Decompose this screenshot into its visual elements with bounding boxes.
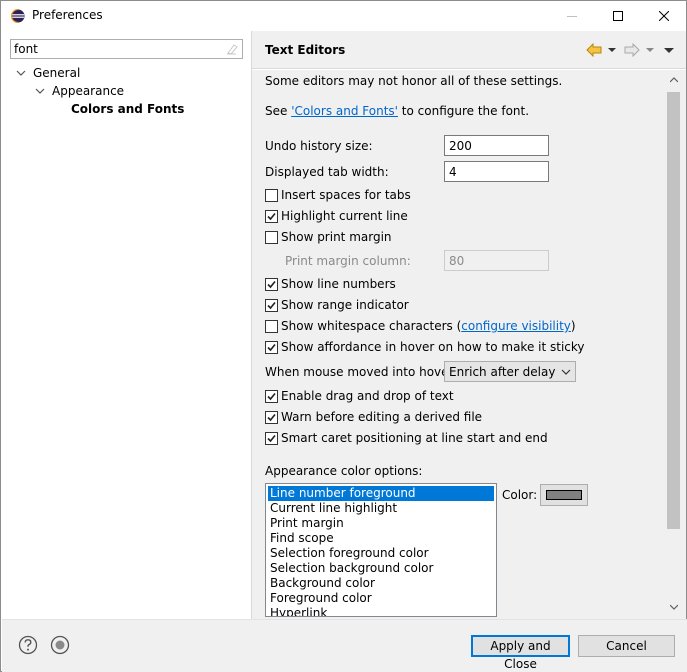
- checkmark-icon: [267, 212, 276, 221]
- chevron-down-icon[interactable]: [15, 64, 27, 82]
- page-header: Text Editors: [252, 31, 686, 69]
- checkmark-icon: [267, 301, 276, 310]
- back-arrow-icon[interactable]: [586, 43, 602, 57]
- tree-item-appearance[interactable]: Appearance: [2, 82, 242, 100]
- list-item[interactable]: Find scope: [268, 531, 494, 546]
- page-content: Some editors may not honor all of these …: [252, 70, 686, 619]
- scrollbar-thumb[interactable]: [667, 92, 680, 529]
- warn-derived-label: Warn before editing a derived file: [281, 410, 483, 424]
- apply-and-close-button[interactable]: Apply and Close: [471, 635, 570, 671]
- smart-caret-label: Smart caret positioning at line start an…: [281, 431, 548, 445]
- scroll-down-icon[interactable]: [670, 603, 678, 611]
- list-item[interactable]: Print margin: [268, 516, 494, 531]
- show-affordance-label: Show affordance in hover on how to make …: [281, 340, 585, 354]
- checkmark-icon: [267, 434, 276, 443]
- preferences-window: Preferences General: [0, 0, 687, 672]
- scroll-up-icon[interactable]: [670, 76, 678, 84]
- editor-note: Some editors may not honor all of these …: [265, 74, 563, 88]
- color-label: Color:: [502, 488, 538, 502]
- maximize-icon: [612, 11, 623, 21]
- warn-derived-checkbox[interactable]: [265, 411, 278, 424]
- show-range-indicator-label: Show range indicator: [281, 298, 409, 312]
- hover-behavior-select[interactable]: Enrich after delay: [444, 361, 576, 382]
- highlight-line-label: Highlight current line: [281, 209, 408, 223]
- hover-behavior-label: When mouse moved into hover:: [265, 365, 458, 379]
- appearance-color-list[interactable]: Line number foreground Current line high…: [265, 483, 497, 617]
- show-line-numbers-checkbox[interactable]: [265, 278, 278, 291]
- show-affordance-checkbox[interactable]: [265, 341, 278, 354]
- list-item[interactable]: Foreground color: [268, 591, 494, 606]
- record-macro-icon[interactable]: [50, 635, 70, 655]
- tab-width-field[interactable]: 4: [444, 161, 549, 182]
- vertical-scrollbar[interactable]: [665, 70, 683, 619]
- checkmark-icon: [267, 280, 276, 289]
- tree-item-general[interactable]: General: [2, 64, 242, 82]
- preference-page: Text Editors Some editors may not honor …: [252, 31, 686, 619]
- tree-item-colors-and-fonts[interactable]: Colors and Fonts: [2, 100, 242, 118]
- list-item[interactable]: Selection foreground color: [268, 546, 494, 561]
- close-icon: [658, 11, 669, 21]
- cancel-button[interactable]: Cancel: [578, 635, 675, 657]
- show-whitespace-checkbox[interactable]: [265, 320, 278, 333]
- insert-spaces-checkbox[interactable]: [265, 189, 278, 202]
- show-print-margin-label: Show print margin: [281, 230, 392, 244]
- drag-drop-label: Enable drag and drop of text: [281, 389, 454, 403]
- show-line-numbers-label: Show line numbers: [281, 277, 396, 291]
- minimize-button[interactable]: [549, 1, 594, 31]
- list-item[interactable]: Background color: [268, 576, 494, 591]
- insert-spaces-label: Insert spaces for tabs: [281, 188, 411, 202]
- appearance-colors-label: Appearance color options:: [265, 464, 423, 478]
- preference-tree-pane: General Appearance Colors and Fonts: [2, 31, 251, 619]
- font-hint-suffix: to configure the font.: [397, 104, 530, 118]
- forward-arrow-icon[interactable]: [624, 43, 640, 57]
- list-item[interactable]: Hyperlink: [268, 606, 494, 616]
- list-item[interactable]: Line number foreground: [267, 485, 495, 502]
- help-icon[interactable]: [18, 635, 38, 655]
- title-bar: Preferences: [1, 1, 686, 31]
- print-margin-column-field: 80: [444, 250, 549, 271]
- hover-behavior-value: Enrich after delay: [449, 365, 556, 379]
- page-title: Text Editors: [265, 43, 346, 57]
- clear-filter-icon[interactable]: [225, 42, 239, 56]
- tree-label-general: General: [33, 66, 81, 80]
- forward-menu-chevron-icon[interactable]: [645, 43, 655, 57]
- checkmark-icon: [267, 413, 276, 422]
- list-item[interactable]: Current line highlight: [268, 501, 494, 516]
- close-button[interactable]: [641, 1, 686, 31]
- filter-input[interactable]: [14, 41, 214, 57]
- close-paren: ): [570, 319, 576, 333]
- font-hint-prefix: See: [265, 104, 292, 118]
- button-bar: Apply and Close Cancel: [2, 619, 687, 672]
- back-menu-chevron-icon[interactable]: [607, 43, 617, 57]
- tab-width-label: Displayed tab width:: [265, 165, 389, 179]
- filter-box[interactable]: [10, 39, 243, 59]
- show-print-margin-checkbox[interactable]: [265, 231, 278, 244]
- chevron-down-icon: [561, 369, 571, 375]
- view-menu-icon[interactable]: [663, 43, 675, 57]
- eclipse-icon: [11, 9, 25, 23]
- list-item[interactable]: Selection background color: [268, 561, 494, 576]
- checkmark-icon: [267, 343, 276, 352]
- minimize-icon: [566, 16, 577, 17]
- checkmark-icon: [267, 392, 276, 401]
- tree-label-appearance: Appearance: [52, 84, 125, 98]
- colors-and-fonts-link[interactable]: 'Colors and Fonts': [291, 104, 398, 118]
- window-title: Preferences: [32, 8, 103, 22]
- show-range-indicator-checkbox[interactable]: [265, 299, 278, 312]
- font-hint: See 'Colors and Fonts' to configure the …: [265, 104, 529, 118]
- show-whitespace-text: Show whitespace characters (: [281, 319, 462, 333]
- chevron-down-icon[interactable]: [34, 82, 46, 100]
- highlight-line-checkbox[interactable]: [265, 210, 278, 223]
- print-margin-column-label: Print margin column:: [285, 254, 411, 268]
- smart-caret-checkbox[interactable]: [265, 432, 278, 445]
- undo-history-label: Undo history size:: [265, 139, 373, 153]
- undo-history-field[interactable]: 200: [444, 135, 549, 156]
- show-whitespace-label: Show whitespace characters (configure vi…: [281, 319, 576, 333]
- maximize-button[interactable]: [595, 1, 640, 31]
- color-swatch: [546, 490, 582, 500]
- configure-visibility-link[interactable]: configure visibility: [461, 319, 571, 333]
- drag-drop-checkbox[interactable]: [265, 390, 278, 403]
- tree-label-colors-and-fonts: Colors and Fonts: [71, 102, 185, 116]
- color-picker-button[interactable]: [540, 484, 588, 506]
